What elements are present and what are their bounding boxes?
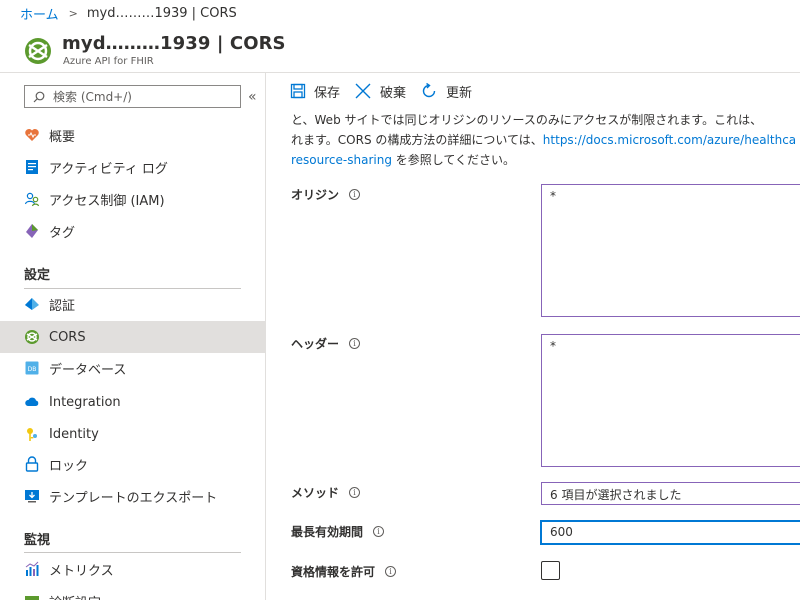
refresh-label: 更新 <box>446 85 473 101</box>
close-icon <box>355 83 371 99</box>
sidebar-item-auth[interactable]: 認証 <box>0 288 265 320</box>
methods-label: メソッド i <box>291 484 361 501</box>
auth-icon <box>24 296 40 312</box>
section-title-monitoring: 監視 <box>24 533 51 548</box>
methods-dropdown[interactable]: 6 項目が選択されました <box>541 482 800 505</box>
max-age-label: 最長有効期間 i <box>291 523 385 540</box>
sidebar-item-label: テンプレートのエクスポート <box>49 490 218 506</box>
sidebar-item-identity[interactable]: Identity <box>0 418 265 450</box>
search-icon <box>33 91 45 102</box>
page-subtitle: Azure API for FHIR <box>63 56 154 67</box>
refresh-button[interactable]: 更新 <box>420 82 472 101</box>
sidebar-item-diagnostics[interactable]: 診断設定 <box>0 585 265 600</box>
diagnostics-icon <box>24 593 40 600</box>
discard-button[interactable]: 破棄 <box>354 82 406 101</box>
sidebar-item-metrics[interactable]: メトリクス <box>0 553 265 585</box>
search-placeholder: 検索 (Cmd+/) <box>53 90 132 104</box>
allow-credentials-checkbox[interactable] <box>541 561 560 580</box>
svg-text:DB: DB <box>28 366 37 373</box>
cors-icon <box>24 329 40 345</box>
sidebar-item-label: ロック <box>49 458 89 474</box>
origins-textarea[interactable]: * <box>541 184 800 317</box>
description-line-2: れます。CORS の構成方法の詳細については、 <box>291 133 543 147</box>
info-icon[interactable]: i <box>385 566 397 577</box>
sidebar: 検索 (Cmd+/) « 概要 アクティビティ ログ アクセス制御 (IAM) … <box>0 73 266 600</box>
sidebar-item-integration[interactable]: Integration <box>0 386 265 418</box>
max-age-label-text: 最長有効期間 <box>291 525 364 539</box>
section-title-settings: 設定 <box>24 268 51 283</box>
sidebar-item-label: Identity <box>49 426 99 442</box>
collapse-sidebar-icon[interactable]: « <box>248 89 257 105</box>
database-icon: DB <box>24 360 40 376</box>
headers-label: ヘッダー i <box>291 335 361 352</box>
discard-label: 破棄 <box>380 85 407 101</box>
cors-logo-icon <box>25 38 51 64</box>
info-icon[interactable]: i <box>349 338 361 349</box>
command-bar: 保存 破棄 更新 <box>266 73 800 109</box>
sidebar-item-label: 認証 <box>49 298 76 314</box>
sidebar-item-iam[interactable]: アクセス制御 (IAM) <box>0 183 265 215</box>
sidebar-item-label: 概要 <box>49 129 76 145</box>
tag-icon <box>24 223 40 239</box>
allow-credentials-label: 資格情報を許可 i <box>291 563 397 580</box>
cloud-icon <box>24 394 40 410</box>
allow-credentials-label-text: 資格情報を許可 <box>291 565 376 579</box>
info-icon[interactable]: i <box>349 189 361 200</box>
sidebar-item-lock[interactable]: ロック <box>0 448 265 480</box>
breadcrumb-home-link[interactable]: ホーム <box>20 4 59 23</box>
headers-label-text: ヘッダー <box>291 337 340 351</box>
cors-description: と、Web サイトでは同じオリジンのリソースのみにアクセスが制限されます。これは… <box>291 110 800 170</box>
sidebar-item-overview[interactable]: 概要 <box>0 119 265 151</box>
origins-label-text: オリジン <box>291 188 340 202</box>
sidebar-item-label: Integration <box>49 394 121 410</box>
origins-label: オリジン i <box>291 186 361 203</box>
sidebar-item-cors[interactable]: CORS <box>0 321 265 353</box>
key-icon <box>24 426 40 442</box>
search-input[interactable]: 検索 (Cmd+/) <box>24 85 241 108</box>
sidebar-item-label: メトリクス <box>49 563 114 579</box>
docs-link[interactable]: https://docs.microsoft.com/azure/healthc… <box>543 133 796 147</box>
people-icon <box>24 191 40 207</box>
sidebar-item-label: アクセス制御 (IAM) <box>49 193 165 209</box>
description-line-3: を参照してください。 <box>391 153 516 167</box>
breadcrumb: ホーム > myd………1939 | CORS <box>0 0 800 27</box>
sidebar-item-label: アクティビティ ログ <box>49 161 168 177</box>
sidebar-item-label: CORS <box>49 329 86 345</box>
sidebar-item-export-template[interactable]: テンプレートのエクスポート <box>0 480 265 512</box>
sidebar-item-label: タグ <box>49 225 76 241</box>
sidebar-item-tags[interactable]: タグ <box>0 215 265 247</box>
activity-log-icon <box>24 159 40 175</box>
page-title: myd………1939 | CORS <box>62 33 286 54</box>
max-age-input[interactable]: 600 <box>540 520 800 545</box>
description-line-1: と、Web サイトでは同じオリジンのリソースのみにアクセスが制限されます。これは… <box>291 113 763 127</box>
metrics-icon <box>24 561 40 577</box>
save-icon <box>290 83 306 99</box>
info-icon[interactable]: i <box>349 487 361 498</box>
page-header: myd………1939 | CORS Azure API for FHIR <box>0 27 800 73</box>
sidebar-item-database[interactable]: DB データベース <box>0 352 265 384</box>
methods-label-text: メソッド <box>291 486 340 500</box>
breadcrumb-current: myd………1939 | CORS <box>86 6 237 21</box>
sidebar-item-label: データベース <box>49 362 127 378</box>
export-icon <box>24 488 40 504</box>
headers-textarea[interactable]: * <box>541 334 800 467</box>
lock-icon <box>24 456 40 472</box>
chevron-right-icon: > <box>68 7 78 20</box>
sidebar-item-activity-log[interactable]: アクティビティ ログ <box>0 151 265 183</box>
save-button[interactable]: 保存 <box>290 82 340 101</box>
heart-icon <box>24 127 40 143</box>
save-label: 保存 <box>314 85 341 101</box>
docs-link-continued[interactable]: resource-sharing <box>291 153 392 167</box>
refresh-icon <box>422 82 436 98</box>
info-icon[interactable]: i <box>373 526 385 537</box>
sidebar-item-label: 診断設定 <box>49 592 101 600</box>
